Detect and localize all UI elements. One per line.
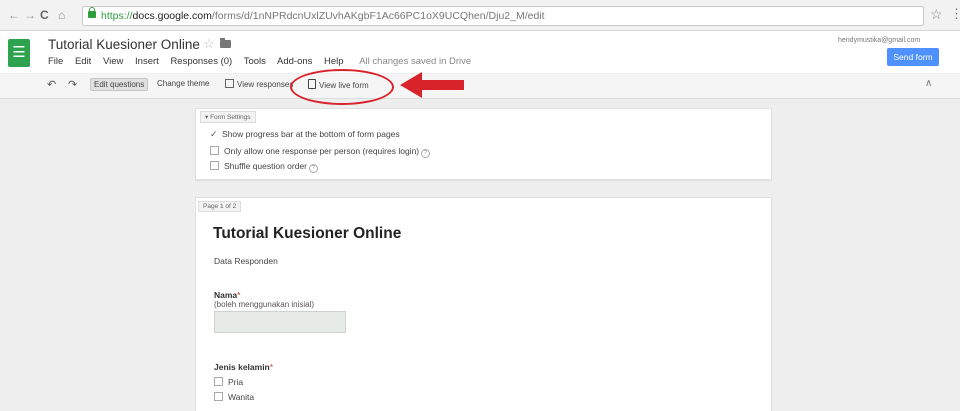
document-title[interactable]: Tutorial Kuesioner Online	[48, 37, 200, 52]
required-marker: *	[269, 362, 274, 372]
option-wanita-label: Wanita	[228, 392, 255, 402]
nama-text-input[interactable]	[214, 311, 346, 333]
menu-insert[interactable]: Insert	[135, 56, 159, 67]
checkbox[interactable]	[210, 161, 219, 170]
forms-app-icon[interactable]: ☰	[8, 39, 30, 67]
responses-icon	[225, 79, 234, 88]
home-icon[interactable]: ⌂	[58, 8, 65, 22]
menu-edit[interactable]: Edit	[75, 56, 91, 67]
question-gender-text: Jenis kelamin	[214, 362, 270, 372]
option-wanita[interactable]: Wanita	[214, 392, 254, 402]
account-email[interactable]: hendymustika@gmail.com	[838, 37, 920, 44]
menu-view[interactable]: View	[103, 56, 123, 67]
annotation-circle	[290, 69, 394, 105]
lock-icon	[88, 7, 96, 18]
checkmark-icon: ✓	[210, 129, 218, 139]
setting-progress-bar[interactable]: ✓ Show progress bar at the bottom of form…	[210, 129, 400, 140]
menu-bar: File Edit View Insert Responses (0) Tool…	[48, 56, 480, 67]
setting-progress-bar-label: Show progress bar at the bottom of form …	[222, 129, 400, 139]
form-description[interactable]: Data Responden	[214, 256, 278, 266]
send-form-button[interactable]: Send form	[887, 48, 939, 66]
setting-shuffle[interactable]: Shuffle question order?	[210, 161, 319, 173]
save-status: All changes saved in Drive	[359, 56, 472, 67]
redo-icon[interactable]: ↷	[68, 78, 77, 91]
url-host: docs.google.com	[132, 10, 212, 22]
option-box[interactable]	[214, 377, 223, 386]
checkbox[interactable]	[210, 146, 219, 155]
browser-menu-icon[interactable]: ⋮	[950, 6, 960, 22]
option-pria-label: Pria	[228, 377, 244, 387]
setting-one-response[interactable]: Only allow one response per person (requ…	[210, 146, 431, 158]
menu-help[interactable]: Help	[324, 56, 344, 67]
url-text: https://docs.google.com/forms/d/1nNPRdcn…	[101, 7, 545, 25]
question-gender-label: Jenis kelamin*	[214, 362, 273, 372]
editor-toolbar: ↶ ↷ Edit questions Change theme View res…	[0, 74, 960, 99]
form-title[interactable]: Tutorial Kuesioner Online	[213, 225, 401, 243]
change-theme-button[interactable]: Change theme	[157, 79, 209, 88]
address-bar[interactable]: https://docs.google.com/forms/d/1nNPRdcn…	[82, 6, 924, 26]
required-marker: *	[237, 290, 241, 300]
menu-addons[interactable]: Add-ons	[277, 56, 312, 67]
annotation-arrow-icon	[400, 72, 464, 98]
forward-icon[interactable]: →	[24, 8, 36, 22]
menu-file[interactable]: File	[48, 56, 63, 67]
view-responses-button[interactable]: View responses	[225, 79, 293, 89]
menu-responses[interactable]: Responses (0)	[170, 56, 232, 67]
form-settings-panel: ▾ Form Settings ✓ Show progress bar at th…	[195, 108, 772, 180]
browser-toolbar: ← → C ⌂ https://docs.google.com/forms/d/…	[0, 0, 960, 31]
view-responses-label: View responses	[237, 80, 294, 89]
star-icon[interactable]: ☆	[203, 36, 215, 52]
form-page-card: Page 1 of 2 Tutorial Kuesioner Online Da…	[195, 197, 772, 411]
option-pria[interactable]: Pria	[214, 377, 243, 387]
setting-shuffle-label: Shuffle question order	[224, 161, 308, 171]
help-icon[interactable]: ?	[309, 164, 319, 173]
edit-questions-button[interactable]: Edit questions	[90, 78, 149, 91]
url-scheme: https://	[101, 10, 133, 22]
back-icon[interactable]: ←	[8, 8, 20, 22]
page-indicator: Page 1 of 2	[198, 201, 242, 212]
question-nama-text: Nama	[214, 290, 238, 300]
help-icon[interactable]: ?	[421, 149, 431, 158]
setting-one-response-label: Only allow one response per person (requ…	[224, 146, 420, 156]
form-settings-tab[interactable]: ▾ Form Settings	[200, 111, 256, 123]
undo-icon[interactable]: ↶	[47, 78, 56, 91]
collapse-icon[interactable]: ∧	[925, 78, 932, 89]
question-nama-label: Nama*	[214, 290, 240, 300]
forms-header: ☰ Tutorial Kuesioner Online ☆ File Edit …	[0, 31, 960, 73]
question-nama-help: (boleh menggunakan inisial)	[214, 300, 315, 309]
folder-icon[interactable]	[220, 38, 231, 48]
menu-tools[interactable]: Tools	[244, 56, 266, 67]
reload-icon[interactable]: C	[40, 8, 49, 22]
option-box[interactable]	[214, 392, 223, 401]
form-settings-label: Form Settings	[210, 114, 251, 121]
url-path: /forms/d/1nNPRdcnUxlZUvhAKgbF1Ac66PC1oX9…	[211, 10, 545, 22]
bookmark-star-icon[interactable]: ☆	[930, 6, 943, 23]
